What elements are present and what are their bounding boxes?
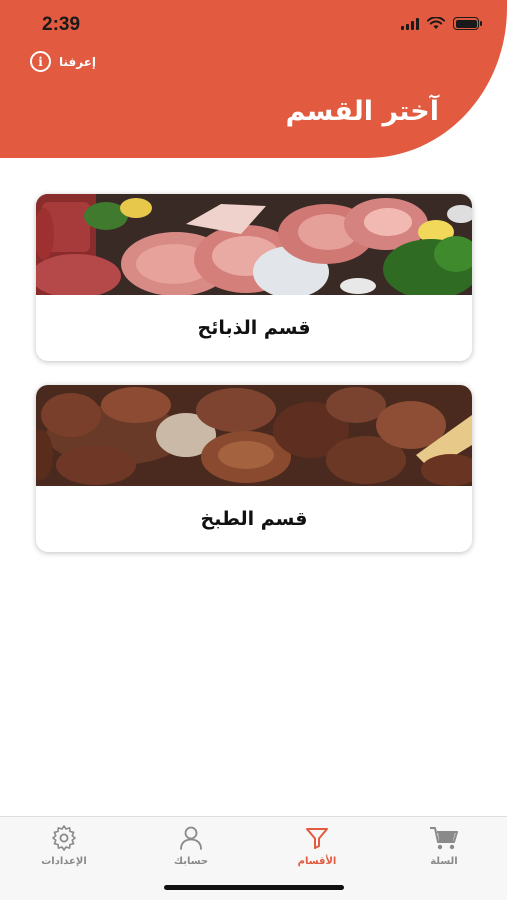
header: 2:39 i إعرفنا آختر القسم bbox=[0, 0, 507, 158]
home-indicator[interactable] bbox=[164, 885, 344, 890]
tab-settings[interactable]: الإعدادات bbox=[24, 825, 104, 867]
tab-sections[interactable]: الأقسام bbox=[277, 825, 357, 867]
user-icon bbox=[180, 826, 202, 850]
info-icon: i bbox=[30, 51, 51, 72]
section-card-slaughter[interactable]: قسم الذبائح bbox=[36, 194, 472, 361]
gear-icon bbox=[52, 825, 76, 851]
page-title: آختر القسم bbox=[285, 96, 439, 127]
battery-icon bbox=[453, 17, 482, 30]
status-icons bbox=[401, 17, 482, 30]
cart-icon bbox=[430, 827, 458, 850]
tab-cart-label: السلة bbox=[430, 856, 458, 867]
about-us-label: إعرفنا bbox=[59, 54, 97, 69]
section-card-cooking[interactable]: قسم الطبخ bbox=[36, 385, 472, 552]
status-bar: 2:39 bbox=[0, 0, 507, 50]
tab-account-label: حسابك bbox=[173, 856, 209, 867]
raw-meat-photo bbox=[36, 194, 472, 295]
signal-icon bbox=[401, 17, 419, 30]
section-card-label: قسم الذبائح bbox=[197, 317, 311, 339]
wifi-icon bbox=[427, 17, 445, 29]
about-us-button[interactable]: i إعرفنا bbox=[30, 51, 96, 72]
filter-icon bbox=[306, 828, 328, 849]
cooked-meat-photo bbox=[36, 385, 472, 486]
status-time: 2:39 bbox=[42, 14, 81, 35]
tab-sections-label: الأقسام bbox=[297, 856, 337, 867]
tab-account[interactable]: حسابك bbox=[151, 825, 231, 867]
tab-settings-label: الإعدادات bbox=[41, 856, 87, 867]
section-card-label: قسم الطبخ bbox=[200, 508, 308, 530]
tab-cart[interactable]: السلة bbox=[404, 825, 484, 867]
